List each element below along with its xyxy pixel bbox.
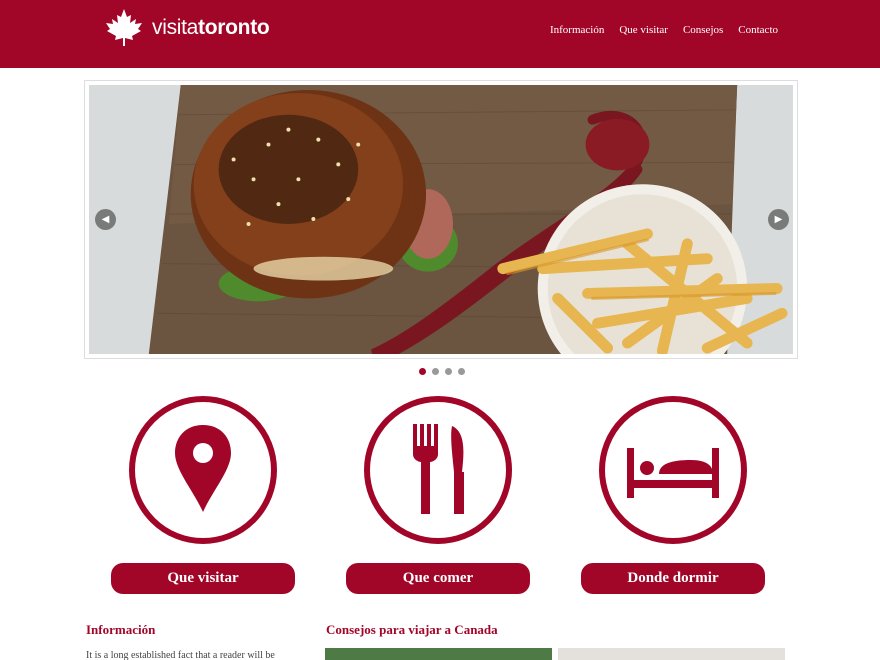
feature-circle — [599, 396, 747, 544]
carousel-dot-4[interactable] — [458, 368, 465, 375]
chevron-right-icon: ▶ — [774, 214, 783, 225]
maple-leaf-icon — [106, 9, 142, 46]
feature-circle — [129, 396, 277, 544]
carousel-dot-2[interactable] — [432, 368, 439, 375]
informacion-text: It is a long established fact that a rea… — [86, 650, 275, 660]
nav-contacto[interactable]: Contacto — [738, 24, 778, 36]
fork-knife-icon — [413, 424, 464, 514]
main-nav: Información Que visitar Consejos Contact… — [535, 24, 778, 36]
logo-text-bold: toronto — [198, 16, 270, 39]
carousel-next-button[interactable]: ▶ — [768, 209, 789, 230]
consejos-thumbnail-1[interactable] — [325, 648, 552, 660]
nav-consejos[interactable]: Consejos — [683, 24, 723, 36]
logo-text: visitatoronto — [152, 16, 270, 40]
nav-informacion[interactable]: Información — [550, 24, 604, 36]
consejos-heading: Consejos para viajar a Canada — [326, 622, 498, 637]
carousel-dot-1[interactable] — [419, 368, 426, 375]
carousel-prev-button[interactable]: ◀ — [95, 209, 116, 230]
image-carousel: ◀ ▶ — [84, 80, 798, 359]
site-logo[interactable]: visitatoronto — [104, 8, 270, 48]
nav-que-visitar[interactable]: Que visitar — [619, 24, 668, 36]
consejos-thumbnail-2[interactable] — [558, 648, 785, 660]
carousel-indicators — [419, 368, 471, 375]
map-pin-icon — [175, 425, 231, 512]
logo-text-light: visita — [152, 16, 199, 39]
que-visitar-button[interactable]: Que visitar — [111, 563, 295, 594]
carousel-dot-3[interactable] — [445, 368, 452, 375]
feature-circle — [364, 396, 512, 544]
informacion-heading: Información — [86, 622, 156, 637]
chevron-left-icon: ◀ — [101, 214, 110, 225]
donde-dormir-button[interactable]: Donde dormir — [581, 563, 765, 594]
bed-icon — [627, 448, 719, 498]
que-comer-button[interactable]: Que comer — [346, 563, 530, 594]
carousel-slide-image — [89, 85, 793, 354]
site-header: visitatoronto Información Que visitar Co… — [0, 0, 880, 68]
